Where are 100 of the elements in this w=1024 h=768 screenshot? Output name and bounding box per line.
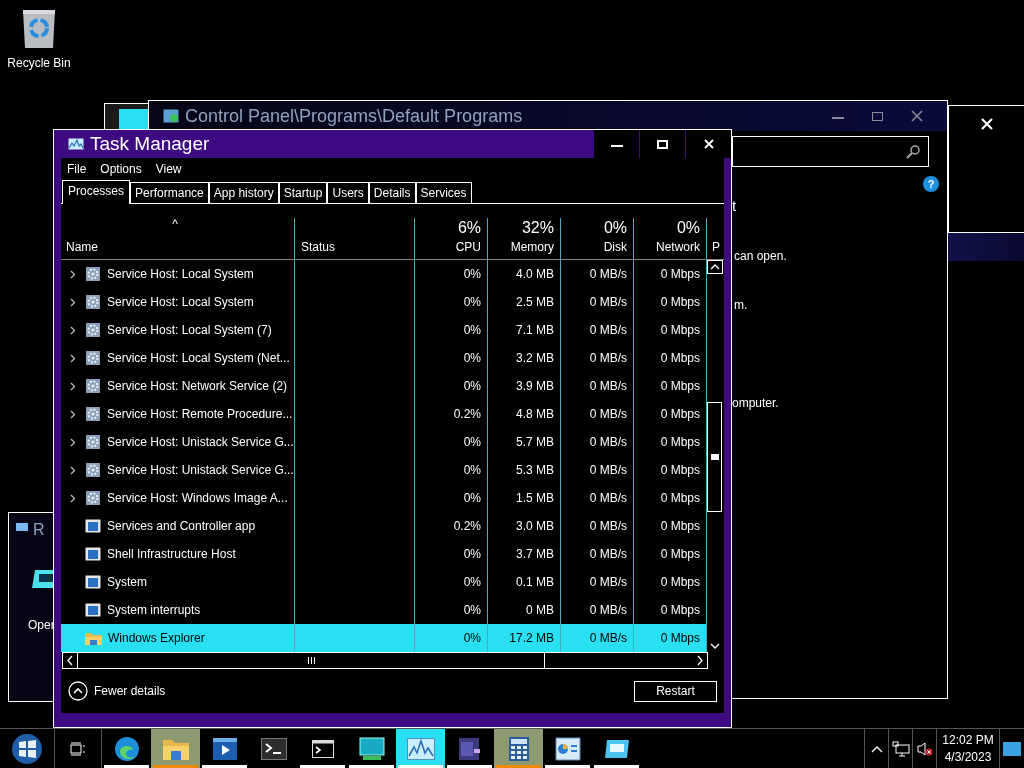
network-value: 0 Mbps — [660, 518, 700, 535]
chart-icon — [68, 138, 84, 150]
network-value: 0 Mbps — [660, 378, 700, 395]
gear-icon — [85, 266, 101, 282]
column-header[interactable]: CPU — [455, 238, 481, 256]
gear-icon — [85, 490, 101, 506]
process-row[interactable]: Service Host: Windows Image A... 0% 1.5 MB 0 MB/s 0 Mbps — [61, 484, 706, 512]
process-name: Shell Infrastructure Host — [107, 546, 236, 563]
text-fragment: Oper — [28, 617, 55, 634]
network-button[interactable] — [888, 729, 912, 768]
process-row[interactable]: Windows Explorer 0% 17.2 MB 0 MB/s 0 Mbps — [61, 624, 706, 652]
chevron-right-icon[interactable] — [70, 269, 76, 279]
column-header[interactable]: Memory — [510, 238, 554, 256]
process-row[interactable]: Shell Infrastructure Host 0% 3.7 MB 0 MB/s 0 Mbps — [61, 540, 706, 568]
chevron-right-icon[interactable] — [70, 353, 76, 363]
menu-item[interactable]: View — [155, 160, 182, 178]
process-row[interactable]: Service Host: Local System 0% 4.0 MB 0 MB/s 0 Mbps — [61, 260, 706, 288]
tab[interactable]: Users — [327, 182, 369, 203]
task-view-button[interactable] — [54, 729, 102, 768]
restart-button[interactable]: Restart — [634, 680, 717, 702]
window-check-icon — [163, 109, 179, 123]
menu-item[interactable]: File — [67, 160, 87, 178]
disk-value: 0 MB/s — [589, 266, 627, 283]
gear-icon — [85, 378, 101, 394]
disk-value: 0 MB/s — [589, 434, 627, 451]
recycle-bin-icon[interactable] — [21, 8, 57, 50]
scroll-thumb[interactable] — [77, 653, 545, 668]
disk-value: 0 MB/s — [589, 602, 627, 619]
disk-value: 0 MB/s — [589, 518, 627, 535]
column-percent: 0% — [676, 218, 700, 238]
window-title: Control Panel\Programs\Default Programs — [185, 104, 523, 128]
tab[interactable]: Services — [415, 182, 472, 203]
column-percent: 0% — [603, 218, 627, 238]
horizontal-scrollbar[interactable] — [62, 652, 708, 669]
scroll-thumb[interactable] — [707, 402, 722, 512]
process-row[interactable]: Service Host: Unistack Service G... 0% 5.3 MB 0 MB/s 0 Mbps — [61, 456, 706, 484]
terminal-icon — [260, 737, 287, 760]
column-header[interactable]: P — [712, 238, 720, 256]
text-fragment: t — [732, 196, 737, 216]
column-header[interactable]: Name — [66, 238, 294, 256]
process-row[interactable]: Service Host: Local System (Net... 0% 3.2 MB 0 MB/s 0 Mbps — [61, 344, 706, 372]
process-row[interactable]: Services and Controller app 0.2% 3.0 MB 0 MB/s 0 Mbps — [61, 512, 706, 540]
monitor-icon — [358, 736, 385, 761]
minimize-icon — [610, 145, 623, 147]
gear-icon — [85, 462, 101, 478]
tab[interactable]: App history — [208, 182, 279, 203]
chevron-right-icon[interactable] — [70, 465, 76, 475]
network-value: 0 Mbps — [660, 574, 700, 591]
maximize-icon[interactable] — [872, 111, 883, 121]
maximize-icon — [657, 139, 668, 149]
process-row[interactable]: Service Host: Unistack Service G... 0% 5.7 MB 0 MB/s 0 Mbps — [61, 428, 706, 456]
play-icon — [211, 736, 238, 761]
vertical-scrollbar[interactable] — [706, 260, 722, 652]
process-row[interactable]: Service Host: Local System 0% 2.5 MB 0 MB/s 0 Mbps — [61, 288, 706, 316]
network-icon — [891, 740, 910, 757]
disk-value: 0 MB/s — [589, 574, 627, 591]
process-row[interactable]: Service Host: Remote Procedure... 0.2% 4.8 MB 0 MB/s 0 Mbps — [61, 400, 706, 428]
swirl-icon — [113, 735, 140, 762]
network-value: 0 Mbps — [660, 434, 700, 451]
cpu-value: 0% — [463, 350, 481, 367]
column-header[interactable]: Status — [301, 238, 336, 256]
process-row[interactable]: Service Host: Local System (7) 0% 7.1 MB 0 MB/s 0 Mbps — [61, 316, 706, 344]
windows-orb-icon — [11, 732, 43, 765]
process-row[interactable]: Service Host: Network Service (2) 0% 3.9 MB 0 MB/s 0 Mbps — [61, 372, 706, 400]
tab[interactable]: Performance — [130, 182, 209, 203]
window-icon — [85, 519, 101, 533]
chart-icon — [406, 737, 435, 760]
process-name: Service Host: Windows Image A... — [107, 490, 288, 507]
column-header[interactable]: Disk — [603, 238, 627, 256]
search-icon — [906, 144, 920, 159]
memory-value: 3.0 MB — [516, 518, 554, 535]
network-value: 0 Mbps — [660, 350, 700, 367]
tab[interactable]: Processes — [62, 180, 131, 204]
chevron-right-icon[interactable] — [70, 381, 76, 391]
chevron-right-icon[interactable] — [70, 409, 76, 419]
chevron-right-icon[interactable] — [70, 297, 76, 307]
cpu-value: 0.2% — [453, 518, 481, 535]
tab[interactable]: Startup — [278, 182, 328, 203]
clock[interactable]: 12:02 PM 4/3/2023 — [936, 729, 1000, 768]
fewer-details-button[interactable]: Fewer details — [68, 681, 166, 701]
window-icon — [15, 522, 29, 532]
cpu-value: 0% — [463, 630, 481, 647]
memory-value: 17.2 MB — [509, 630, 554, 647]
search-field[interactable] — [732, 136, 929, 167]
process-row[interactable]: System 0% 0.1 MB 0 MB/s 0 Mbps — [61, 568, 706, 596]
column-header[interactable]: Network — [656, 238, 700, 256]
scroll-up-icon[interactable] — [706, 260, 723, 274]
process-name: Service Host: Remote Procedure... — [107, 406, 293, 423]
chevron-right-icon[interactable] — [70, 437, 76, 447]
network-value: 0 Mbps — [660, 322, 700, 339]
cpu-value: 0% — [463, 322, 481, 339]
menu-item[interactable]: Options — [100, 160, 142, 178]
chevron-right-icon[interactable] — [70, 493, 76, 503]
disk-value: 0 MB/s — [589, 322, 627, 339]
chevron-up-icon — [870, 744, 883, 753]
memory-value: 0.1 MB — [516, 574, 554, 591]
tab[interactable]: Details — [368, 182, 416, 203]
gear-icon — [85, 294, 101, 310]
chevron-right-icon[interactable] — [70, 325, 76, 335]
gear-icon — [85, 406, 101, 422]
